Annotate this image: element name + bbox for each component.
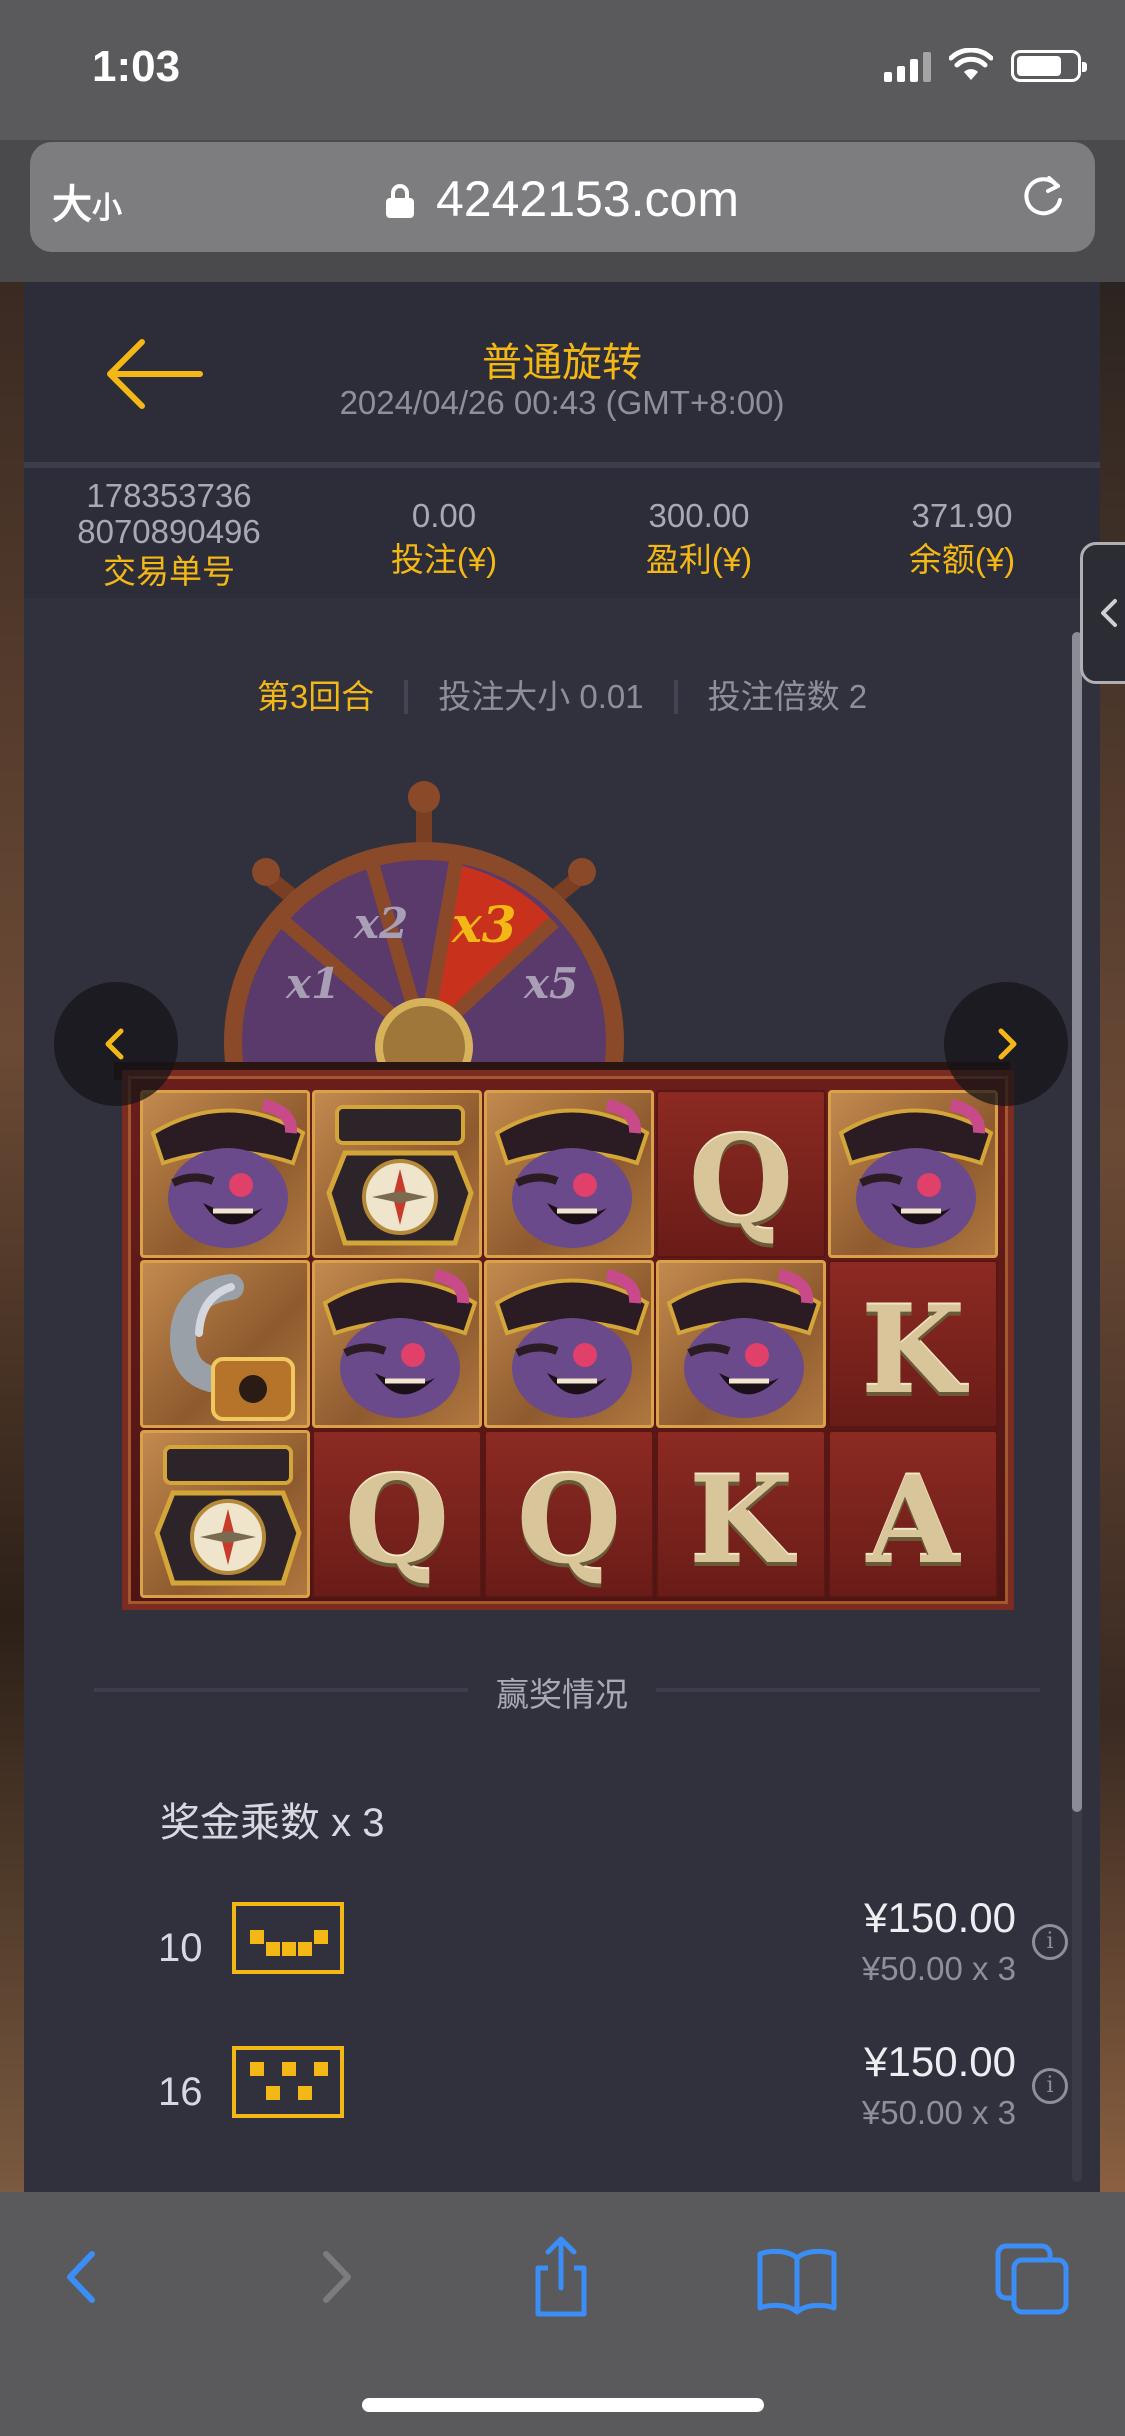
reel-cell-card-k: K (828, 1260, 998, 1428)
reel-cell-pirate (312, 1260, 482, 1428)
reel-grid: QKQQKA (122, 1070, 1014, 1610)
cellular-signal-icon (884, 50, 931, 82)
reload-icon[interactable] (1017, 170, 1069, 222)
browser-forward-icon[interactable] (286, 2232, 376, 2322)
win-amount: ¥150.00 (864, 1894, 1016, 1941)
transaction-id-line2: 8070890496 (77, 513, 261, 550)
bet-label: 投注(¥) (390, 541, 498, 578)
status-icons (884, 48, 1087, 82)
transaction-id-line1: 178353736 (86, 477, 252, 514)
scrollbar-thumb[interactable] (1072, 632, 1082, 1812)
wheel-segment-x1: x1 (285, 959, 340, 1008)
win-formula: ¥50.00 x 3 (861, 2094, 1016, 2131)
payline-pattern-icon (232, 1902, 344, 1974)
win-section-title: 赢奖情况 (24, 1668, 1100, 1716)
reel-cell-pirate (656, 1260, 826, 1428)
reel-cell-pirate (140, 1090, 310, 1258)
wifi-icon (949, 48, 993, 80)
reel-cells: QKQQKA (140, 1090, 998, 1598)
page-title: 普通旋转 (482, 341, 642, 385)
info-icon[interactable]: i (1032, 1924, 1068, 1960)
browser-back-icon[interactable] (42, 2232, 132, 2322)
share-icon[interactable] (516, 2232, 606, 2322)
bet-record-panel: 普通旋转 2024/04/26 00:43 (GMT+8:00) 1783537… (24, 282, 1100, 2192)
previous-round-button[interactable] (54, 982, 178, 1106)
round-separator (673, 680, 678, 714)
card-symbol-letter: Q (688, 1110, 794, 1251)
transaction-label: 交易单号 (103, 553, 235, 590)
card-symbol-letter: K (688, 1450, 794, 1591)
bookmarks-icon[interactable] (752, 2232, 842, 2322)
balance-label: 余额(¥) (908, 541, 1016, 578)
round-separator (404, 680, 409, 714)
win-line-number: 10 (158, 1926, 203, 1970)
balance-column: 371.90 余额(¥) (824, 498, 1100, 580)
reel-cell-pirate (828, 1090, 998, 1258)
profit-value: 300.00 (648, 497, 750, 534)
win-formula: ¥50.00 x 3 (861, 1950, 1016, 1987)
wheel-segment-x2: x2 (353, 899, 408, 948)
wheel-segment-x5: x5 (523, 959, 578, 1008)
win-section-title-text: 赢奖情况 (468, 1676, 656, 1713)
status-bar: 1:03 (0, 0, 1125, 140)
record-summary: 178353736 8070890496 交易单号 0.00 投注(¥) 300… (24, 468, 1100, 598)
card-symbol-letter: K (860, 1280, 966, 1421)
status-time: 1:03 (92, 42, 181, 91)
chevron-right-icon (998, 1028, 1017, 1060)
bet-value: 0.00 (411, 497, 477, 534)
url-text: 4242153.com (435, 171, 739, 227)
lock-icon (385, 184, 414, 218)
reel-cell-compass (140, 1430, 310, 1598)
reel-cell-compass (312, 1090, 482, 1258)
round-label: 第3回合 (256, 678, 375, 715)
chevron-left-icon (105, 1028, 124, 1060)
chevron-left-icon (1101, 599, 1117, 627)
balance-value: 371.90 (911, 497, 1013, 534)
card-symbol-letter: A (866, 1450, 960, 1591)
round-info: 第3回合 投注大小 0.01 投注倍数 2 (24, 670, 1100, 718)
win-line-row: 16 ¥150.00 ¥50.00 x 3 i (24, 2038, 1100, 2166)
reel-cell-pirate (484, 1090, 654, 1258)
reel-cell-pirate (484, 1260, 654, 1428)
game-background-left (0, 282, 24, 2192)
card-symbol-letter: Q (516, 1450, 622, 1591)
reel-cell-card-q: Q (312, 1430, 482, 1598)
wheel-segment-x3: x3 (451, 895, 517, 954)
next-round-button[interactable] (944, 982, 1068, 1106)
win-amount: ¥150.00 (864, 2038, 1016, 2085)
bet-column: 0.00 投注(¥) (314, 498, 574, 580)
panel-header: 普通旋转 2024/04/26 00:43 (GMT+8:00) (24, 282, 1100, 462)
profit-label: 盈利(¥) (645, 541, 753, 578)
reel-cell-card-a: A (828, 1430, 998, 1598)
home-indicator[interactable] (362, 2398, 764, 2412)
info-icon[interactable]: i (1032, 2068, 1068, 2104)
reel-cell-hook (140, 1260, 310, 1428)
reel-cell-card-q: Q (656, 1090, 826, 1258)
win-line-row: 10 ¥150.00 ¥50.00 x 3 i (24, 1894, 1100, 2022)
card-symbol-letter: Q (344, 1450, 450, 1591)
tabs-icon[interactable] (988, 2232, 1078, 2322)
battery-icon (1011, 50, 1087, 82)
win-line-number: 16 (158, 2070, 203, 2114)
transaction-column: 178353736 8070890496 交易单号 (24, 478, 314, 592)
bet-multiplier: 投注倍数 2 (707, 678, 868, 715)
profit-column: 300.00 盈利(¥) (574, 498, 824, 580)
bet-size: 投注大小 0.01 (438, 678, 644, 715)
side-drawer-tab[interactable] (1080, 542, 1125, 684)
payline-pattern-icon (232, 2046, 344, 2118)
address-bar[interactable]: 大小 4242153.com (30, 142, 1095, 252)
url-display[interactable]: 4242153.com (30, 170, 1095, 228)
reel-cell-card-k: K (656, 1430, 826, 1598)
reel-cell-card-q: Q (484, 1430, 654, 1598)
win-multiplier: 奖金乘数 x 3 (160, 1801, 385, 1845)
record-datetime: 2024/04/26 00:43 (GMT+8:00) (339, 384, 785, 421)
